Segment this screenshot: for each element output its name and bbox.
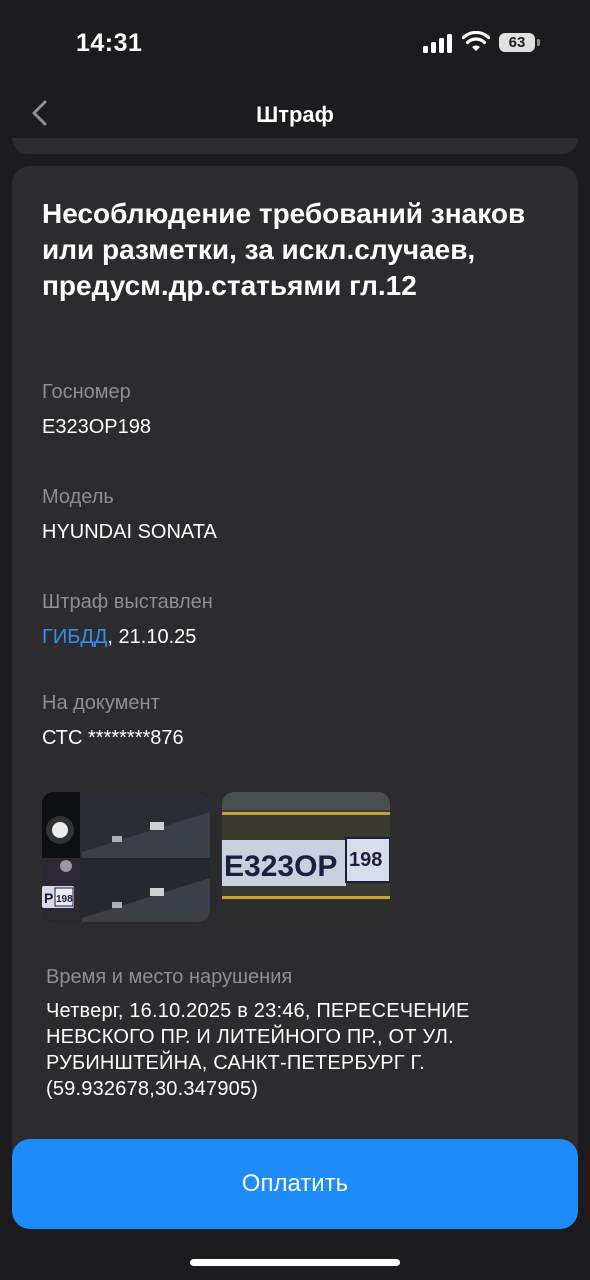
license-plate-photo-image: E323OP 198 (222, 792, 390, 922)
svg-text:P: P (44, 890, 53, 906)
cellular-signal-icon (423, 33, 455, 53)
wifi-icon (462, 31, 490, 51)
region-code: 198 (56, 894, 73, 905)
status-bar: 14:31 63 (0, 0, 590, 88)
camera-photo-image: P 198 (42, 792, 210, 922)
document-value: СТС ********876 (42, 727, 184, 749)
violation-photo-plate[interactable]: E323OP 198 (222, 792, 390, 922)
pay-button[interactable]: Оплатить (12, 1139, 578, 1229)
plate-value: Е323ОР198 (42, 416, 151, 438)
plate-label: Госномер (42, 381, 131, 403)
violation-photo-camera[interactable]: P 198 (42, 792, 210, 922)
plate-number-text: E323OP (224, 850, 337, 883)
issuer-link[interactable]: ГИБДД (42, 626, 107, 648)
violation-time-place-label: Время и место нарушения (46, 966, 293, 988)
page-title: Штраф (256, 102, 334, 127)
issued-label: Штраф выставлен (42, 591, 213, 613)
battery-tip (537, 39, 540, 46)
model-label: Модель (42, 486, 114, 508)
plate-region-text: 198 (349, 849, 382, 871)
document-label: На документ (42, 692, 160, 714)
fine-title: Несоблюдение требований знаков или разме… (42, 198, 526, 301)
violation-time-place-value: Четверг, 16.10.2025 в 23:46, ПЕРЕСЕЧЕНИЕ… (46, 1000, 470, 1100)
issued-date: , 21.10.25 (107, 626, 197, 648)
home-indicator (190, 1259, 400, 1266)
issued-value: ГИБДД, 21.10.25 (42, 626, 196, 649)
status-time: 14:31 (76, 29, 143, 57)
battery-icon: 63 (499, 33, 535, 52)
model-value: HYUNDAI SONATA (42, 521, 217, 543)
fine-details-card: Несоблюдение требований знаков или разме… (12, 166, 578, 1166)
previous-card-edge (12, 138, 578, 154)
